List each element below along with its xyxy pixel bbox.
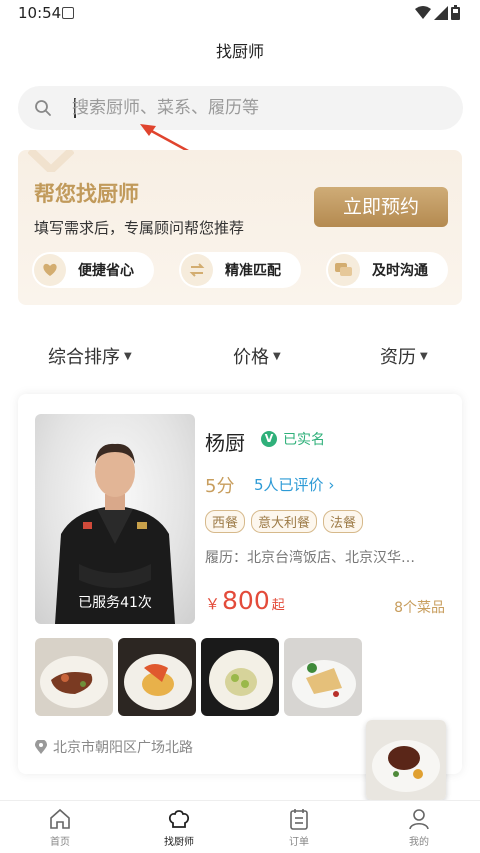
cuisine-tags: 西餐 意大利餐 法餐 [205, 510, 364, 533]
feature-timely-communication: 及时沟通 [326, 252, 448, 288]
caret-down-icon: ▼ [273, 350, 281, 362]
status-bar: 10:54 [0, 0, 480, 28]
status-time: 10:54 [18, 4, 62, 22]
location-pin-icon [35, 740, 47, 754]
verified-badge: V 已实名 [261, 429, 325, 449]
tab-label: 找厨师 [164, 837, 194, 848]
sort-label: 资历 [380, 347, 416, 368]
tab-label: 订单 [289, 837, 309, 848]
caret-down-icon: ▼ [124, 350, 132, 362]
floating-dish-image[interactable] [366, 720, 446, 800]
chat-icon [328, 254, 360, 286]
tab-profile[interactable]: 我的 [384, 807, 454, 848]
promo-banner: 帮您找厨师 填写需求后，专属顾问帮您推荐 立即预约 便捷省心 精准匹配 及时沟通 [18, 150, 462, 305]
sort-seniority[interactable]: 资历 ▼ [380, 343, 428, 369]
chef-name[interactable]: 杨厨 [205, 427, 245, 456]
dish-thumbnail[interactable] [35, 638, 113, 716]
dish-thumbnail[interactable] [284, 638, 362, 716]
order-icon [290, 809, 308, 830]
tab-orders[interactable]: 订单 [264, 807, 334, 848]
search-bar[interactable] [18, 86, 463, 130]
dish-thumbnail[interactable] [201, 638, 279, 716]
served-count: 已服务41次 [78, 595, 152, 611]
search-input[interactable] [58, 86, 448, 130]
sort-comprehensive[interactable]: 综合排序 ▼ [48, 343, 132, 369]
dish-thumbnail[interactable] [118, 638, 196, 716]
tab-label: 首页 [50, 837, 70, 848]
cuisine-tag: 意大利餐 [251, 510, 318, 533]
promo-title: 帮您找厨师 [34, 182, 139, 206]
chef-score: 5分 [205, 476, 235, 497]
status-icons [415, 5, 460, 20]
feature-precise-match: 精准匹配 [179, 252, 301, 288]
page-title: 找厨师 [215, 42, 264, 61]
verified-label: 已实名 [283, 432, 325, 448]
feature-label: 精准匹配 [225, 263, 281, 279]
chef-card[interactable]: 已服务41次 杨厨 V 已实名 5分 5人已评价 › 西餐 意大利餐 法餐 履历… [18, 394, 462, 774]
chef-resume: 履历：北京台湾饭店、北京汉华… [205, 550, 415, 566]
feature-convenient: 便捷省心 [32, 252, 154, 288]
home-icon [50, 808, 70, 829]
location-text: 北京市朝阳区广场北路 [53, 740, 193, 756]
notification-icon [62, 7, 74, 19]
heart-icon [34, 254, 66, 286]
chevron-right-icon: › [323, 476, 335, 494]
price-symbol: ￥ [205, 595, 221, 613]
feature-label: 及时沟通 [372, 263, 428, 279]
sort-price[interactable]: 价格 ▼ [233, 343, 281, 369]
reviews-label: 5人已评价 [254, 476, 324, 494]
sort-label: 综合排序 [48, 347, 120, 368]
cuisine-tag: 西餐 [205, 510, 246, 533]
battery-icon [451, 5, 460, 20]
signal-icon [434, 5, 448, 20]
wifi-icon [415, 5, 431, 19]
caret-down-icon: ▼ [420, 350, 428, 362]
bottom-tab-bar: 首页 找厨师 订单 我的 [0, 800, 480, 853]
tab-find-chef[interactable]: 找厨师 [144, 807, 214, 848]
chevron-decoration-icon [28, 150, 74, 172]
promo-subtitle: 填写需求后，专属顾问帮您推荐 [34, 219, 245, 237]
book-now-button[interactable]: 立即预约 [314, 187, 448, 227]
chef-price: ￥ 800 起 [205, 586, 285, 615]
verified-icon: V [261, 431, 277, 447]
swap-icon [181, 254, 213, 286]
tab-label: 我的 [409, 837, 429, 848]
sort-label: 价格 [233, 347, 269, 368]
chef-location: 北京市朝阳区广场北路 [35, 737, 193, 757]
dish-count: 8个菜品 [394, 600, 445, 616]
tab-home[interactable]: 首页 [25, 807, 95, 848]
price-value: 800 [222, 586, 270, 615]
chef-photo: 已服务41次 [35, 414, 195, 624]
feature-label: 便捷省心 [78, 263, 134, 279]
price-unit: 起 [271, 598, 285, 613]
cuisine-tag: 法餐 [323, 510, 364, 533]
profile-icon [409, 809, 429, 830]
search-icon [35, 100, 51, 116]
chef-hat-icon [168, 810, 190, 828]
reviews-link[interactable]: 5人已评价 › [254, 474, 334, 495]
